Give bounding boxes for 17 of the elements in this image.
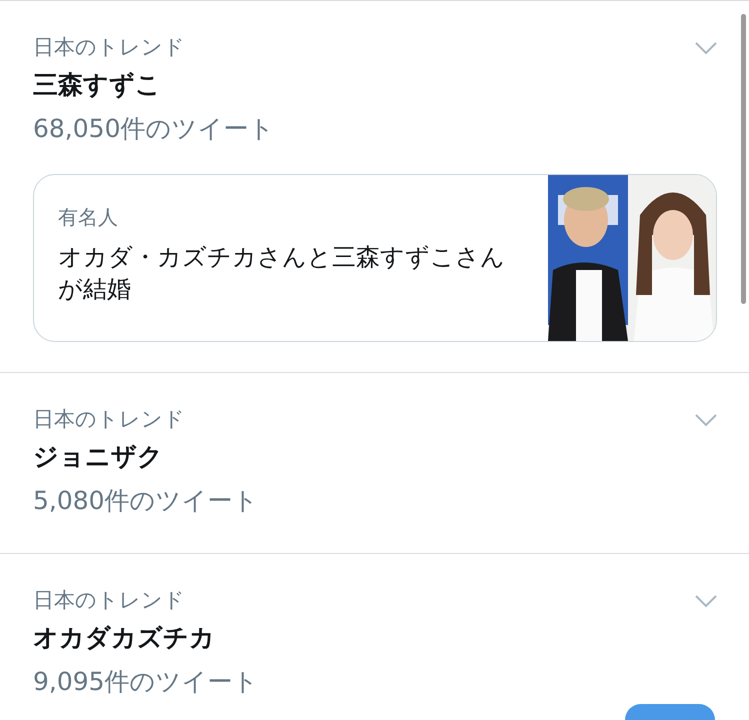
trend-title: オカダカズチカ [33, 622, 215, 654]
tweet-count: 9,095件のツイート [33, 666, 259, 698]
chevron-down-icon[interactable] [694, 413, 718, 427]
chevron-down-icon[interactable] [694, 594, 718, 608]
news-category: 有名人 [58, 204, 118, 231]
floating-action-button[interactable] [625, 704, 715, 720]
trend-context: 日本のトレンド [33, 587, 185, 614]
scrollbar[interactable] [741, 14, 746, 304]
news-headline: オカダ・カズチカさんと三森すずこさんが結婚 [58, 242, 506, 305]
trend-context: 日本のトレンド [33, 34, 185, 61]
trend-title: ジョニザク [33, 441, 163, 473]
chevron-down-icon[interactable] [694, 41, 718, 55]
tweet-count: 5,080件のツイート [33, 485, 259, 517]
tweet-count: 68,050件のツイート [33, 113, 274, 145]
trend-title: 三森すずこ [33, 69, 161, 101]
trend-context: 日本のトレンド [33, 406, 185, 433]
news-card[interactable]: 有名人 オカダ・カズチカさんと三森すずこさんが結婚 [33, 174, 717, 342]
